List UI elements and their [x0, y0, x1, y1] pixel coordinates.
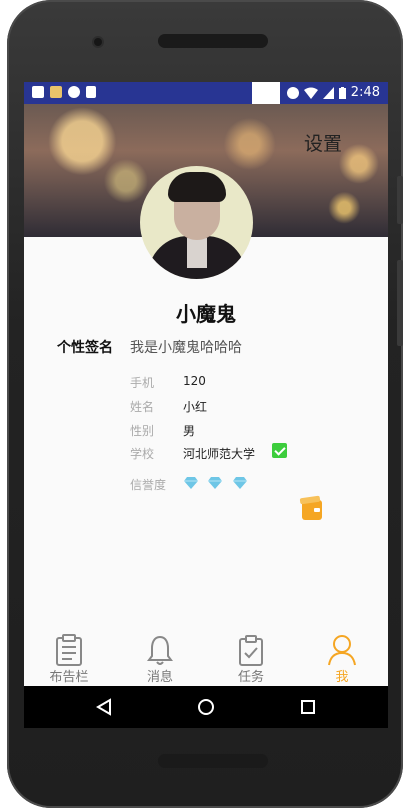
diamond-icon: [184, 477, 198, 489]
gender-label: 性别: [130, 424, 155, 438]
task-icon: [239, 635, 263, 666]
bell-icon: [147, 635, 173, 665]
status-bar-blank: [252, 82, 280, 104]
notification-circle-icon: [68, 86, 80, 98]
power-button: [397, 260, 403, 346]
clipboard-icon: [56, 634, 82, 666]
signature-value[interactable]: 我是小魔鬼哈哈哈: [130, 337, 242, 357]
diamond-icon: [233, 477, 247, 489]
signature-label: 个性签名: [57, 340, 113, 356]
app-screen: 2:48 设置 小魔鬼 个性签名 我是小魔鬼哈哈哈 手机 120 姓名 小红 性…: [24, 82, 388, 728]
name-value: 小红: [183, 400, 208, 414]
front-camera: [94, 38, 102, 46]
home-icon[interactable]: [186, 686, 226, 728]
verified-check-icon: [272, 443, 287, 458]
bottom-tab-bar: 布告栏 消息 任务 我: [24, 630, 388, 686]
settings-button[interactable]: 设置: [304, 129, 342, 156]
name-label: 姓名: [130, 400, 155, 414]
volume-button: [397, 176, 403, 224]
school-label: 学校: [130, 447, 155, 461]
back-icon[interactable]: [84, 686, 124, 728]
notification-app-icon: [50, 86, 62, 98]
wifi-icon: [303, 87, 318, 99]
person-icon: [328, 635, 356, 666]
do-not-disturb-icon: [286, 86, 299, 99]
avatar[interactable]: [140, 166, 253, 279]
system-icons: 2:48: [286, 85, 380, 100]
status-bar: 2:48: [24, 82, 388, 104]
school-value: 河北师范大学: [183, 447, 256, 461]
gender-value: 男: [183, 424, 196, 438]
sd-card-icon: [86, 86, 96, 98]
user-name: 小魔鬼: [176, 302, 236, 326]
notification-icons: [32, 86, 96, 98]
phone-label: 手机: [130, 376, 155, 390]
tab-bulletin-label: 布告栏: [49, 670, 89, 685]
recents-icon[interactable]: [288, 686, 328, 728]
avatar-hair: [168, 172, 226, 202]
phone-value: 120: [183, 374, 206, 388]
tab-tasks-label: 任务: [237, 670, 264, 685]
tab-me-label: 我: [335, 670, 349, 685]
bottom-speaker: [158, 754, 268, 768]
status-time: 2:48: [350, 85, 380, 100]
signal-icon: [322, 86, 334, 99]
credit-label: 信誉度: [130, 478, 167, 492]
top-speaker: [158, 34, 268, 48]
wallet-icon[interactable]: [302, 500, 322, 520]
diamond-icon: [208, 477, 222, 489]
system-nav-bar: [24, 686, 388, 728]
battery-icon: [338, 86, 346, 99]
tab-messages-label: 消息: [146, 670, 173, 685]
avatar-shirt: [187, 238, 207, 268]
notification-a-icon: [32, 86, 44, 98]
